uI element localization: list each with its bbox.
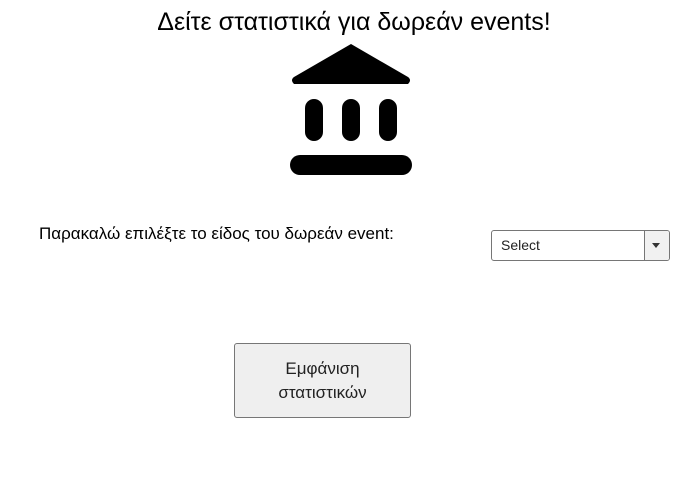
base-bar [290, 155, 412, 175]
show-statistics-button-label-line2: στατιστικών [278, 382, 367, 402]
show-statistics-button-label-line1: Εμφάνιση [285, 358, 360, 378]
column-left [305, 99, 323, 141]
event-type-select[interactable]: Select [491, 230, 670, 261]
roof-shape [292, 44, 410, 84]
page-title: Δείτε στατιστικά για δωρεάν events! [157, 8, 551, 36]
bank-building-icon [290, 44, 412, 175]
select-arrow-button[interactable] [644, 231, 669, 260]
chevron-down-icon [652, 243, 660, 248]
event-type-select-value: Select [501, 237, 540, 253]
event-type-label: Παρακαλώ επιλέξτε το είδος του δωρεάν ev… [39, 224, 394, 243]
show-statistics-button[interactable]: Εμφάνιση στατιστικών [234, 343, 411, 418]
column-middle [342, 99, 360, 141]
column-right [379, 99, 397, 141]
